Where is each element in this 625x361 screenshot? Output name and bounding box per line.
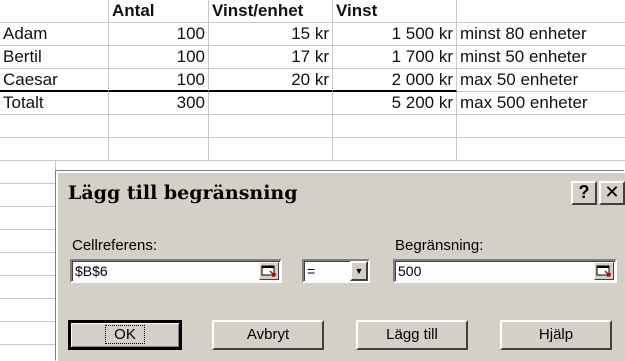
constraint-label: Begränsning: (395, 237, 484, 254)
cell-antal[interactable]: 100 (109, 69, 209, 92)
cell-name[interactable]: Caesar (0, 69, 109, 92)
cell-total-vinst[interactable]: 5 200 kr (333, 92, 457, 115)
cell-name[interactable]: Bertil (0, 46, 109, 69)
cell-antal[interactable]: 100 (109, 46, 209, 69)
cell-total-note[interactable]: max 500 enheter (457, 92, 625, 115)
empty-cell[interactable] (209, 115, 333, 138)
empty-row (0, 115, 625, 138)
constraint-field[interactable]: 500 (393, 259, 617, 283)
empty-cell[interactable] (109, 115, 209, 138)
ok-button-label: OK (105, 325, 145, 344)
grid-line (0, 252, 56, 253)
cellref-value: $B$6 (75, 263, 108, 279)
cell-total-vinst-enhet[interactable] (209, 92, 333, 115)
collapse-dialog-icon[interactable] (259, 262, 279, 280)
cell-vinst[interactable]: 2 000 kr (333, 69, 457, 92)
cancel-button[interactable]: Avbryt (212, 320, 324, 350)
empty-cell[interactable] (0, 115, 109, 138)
header-cell-vinst[interactable]: Vinst (333, 0, 457, 23)
cell-vinst[interactable]: 1 500 kr (333, 23, 457, 46)
cell-vinst[interactable]: 1 700 kr (333, 46, 457, 69)
cancel-button-label: Avbryt (246, 326, 290, 343)
header-cell-e[interactable] (457, 0, 625, 23)
constraint-value: 500 (398, 263, 422, 279)
add-constraint-dialog: Lägg till begränsning ? ✕ Cellreferens: … (56, 171, 625, 361)
empty-cell[interactable] (457, 115, 625, 138)
cell-note[interactable]: max 50 enheter (457, 69, 625, 92)
empty-cell[interactable] (0, 138, 109, 161)
ok-button[interactable]: OK (68, 320, 182, 350)
cellref-label: Cellreferens: (72, 237, 158, 254)
grid-line (0, 275, 56, 276)
header-cell-a[interactable] (0, 0, 109, 23)
grid-line (0, 344, 56, 345)
dialog-title: Lägg till begränsning (68, 182, 298, 204)
cell-total-label[interactable]: Totalt (0, 92, 109, 115)
empty-cell[interactable] (333, 138, 457, 161)
header-cell-vinst-enhet[interactable]: Vinst/enhet (209, 0, 333, 23)
add-button-label: Lägg till (386, 326, 438, 343)
cell-vinst-enhet[interactable]: 15 kr (209, 23, 333, 46)
help-button-label: Hjälp (538, 326, 574, 343)
grid-line (0, 183, 56, 184)
empty-cell[interactable] (109, 138, 209, 161)
header-cell-antal[interactable]: Antal (109, 0, 209, 23)
help-icon[interactable]: ? (571, 181, 597, 205)
table-row: Bertil 100 17 kr 1 700 kr minst 50 enhet… (0, 46, 625, 69)
empty-cell[interactable] (333, 115, 457, 138)
cellref-field[interactable]: $B$6 (70, 259, 282, 283)
empty-cell[interactable] (457, 138, 625, 161)
empty-row (0, 138, 625, 161)
help-button[interactable]: Hjälp (500, 320, 612, 350)
add-button[interactable]: Lägg till (356, 320, 468, 350)
cell-note[interactable]: minst 80 enheter (457, 23, 625, 46)
chevron-down-icon[interactable]: ▼ (350, 261, 368, 281)
empty-cell[interactable] (209, 138, 333, 161)
table-row: Caesar 100 20 kr 2 000 kr max 50 enheter (0, 69, 625, 92)
grid-line (0, 298, 56, 299)
grid-line (0, 206, 56, 207)
cell-note[interactable]: minst 50 enheter (457, 46, 625, 69)
close-icon[interactable]: ✕ (599, 181, 625, 205)
grid-line (0, 321, 56, 322)
table-row: Adam 100 15 kr 1 500 kr minst 80 enheter (0, 23, 625, 46)
operator-value: = (307, 263, 316, 279)
cell-vinst-enhet[interactable]: 17 kr (209, 46, 333, 69)
total-row: Totalt 300 5 200 kr max 500 enheter (0, 92, 625, 115)
grid-column-stub (0, 161, 56, 361)
cell-total-antal[interactable]: 300 (109, 92, 209, 115)
collapse-dialog-icon[interactable] (594, 262, 614, 280)
cell-vinst-enhet[interactable]: 20 kr (209, 69, 333, 92)
dialog-titlebar[interactable]: Lägg till begränsning ? ✕ (58, 173, 625, 213)
cell-antal[interactable]: 100 (109, 23, 209, 46)
cell-name[interactable]: Adam (0, 23, 109, 46)
operator-select[interactable]: = ▼ (302, 259, 370, 283)
grid-line (0, 229, 56, 230)
header-row: Antal Vinst/enhet Vinst (0, 0, 625, 23)
